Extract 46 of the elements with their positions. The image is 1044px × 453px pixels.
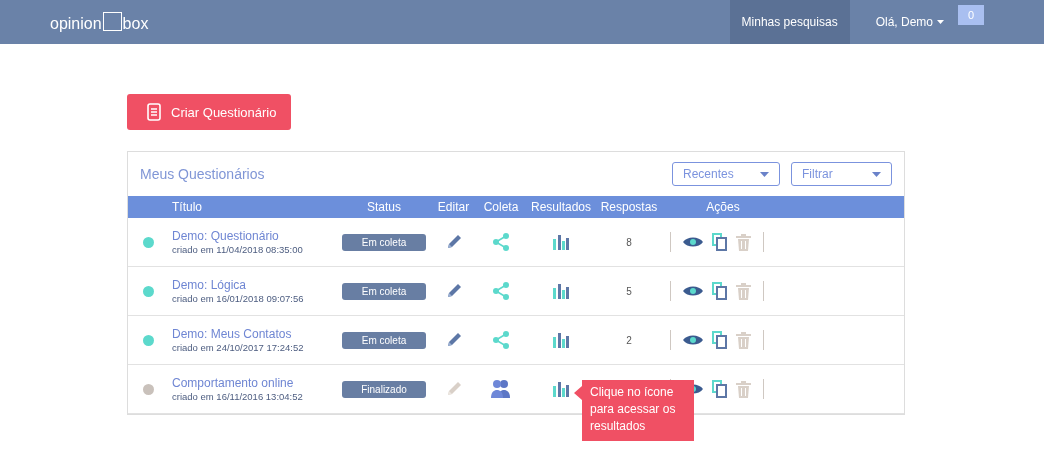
bar-chart-icon[interactable] [552,234,570,250]
logo[interactable]: opinion box [50,11,149,33]
column-header: Status [366,200,402,214]
dropdown[interactable]: Filtrar [791,162,892,186]
caret-icon [872,171,881,177]
column-header: Respostas [599,200,659,214]
bar-chart-icon[interactable] [552,283,570,299]
survey-title-link[interactable]: Comportamento online [172,376,336,390]
tooltip: Clique no ícone para acessar os resultados [574,380,694,441]
panel-title: Meus Questionários [140,166,265,182]
survey-title-link[interactable]: Demo: Meus Contatos [172,327,336,341]
survey-title-link[interactable]: Demo: Lógica [172,278,336,292]
column-header: Resultados [529,200,592,214]
eye-icon[interactable] [683,285,703,297]
caret-icon [937,20,944,24]
dropdown[interactable]: Recentes [672,162,780,186]
copy-icon[interactable] [712,233,727,251]
caret-icon [760,171,769,177]
response-count: 8 [626,236,632,248]
eye-icon[interactable] [683,236,703,248]
eye-icon[interactable] [683,334,703,346]
copy-icon[interactable] [712,380,727,398]
user-menu[interactable]: Olá, Demo [863,15,958,29]
people-icon[interactable] [490,379,512,399]
status-badge: Em coleta [342,282,426,300]
bar-chart-icon[interactable] [552,332,570,348]
status-badge: Em coleta [342,331,426,349]
created-date: criado em 24/10/2017 17:24:52 [172,342,305,353]
create-survey-button[interactable]: Criar Questionário [127,94,291,130]
copy-icon[interactable] [712,282,727,300]
nav-item[interactable]: Minhas pesquisas [729,0,850,44]
status-badge: Finalizado [342,380,426,398]
column-header: Ações [705,200,741,214]
created-date: criado em 16/01/2018 09:07:56 [172,293,305,304]
created-date: criado em 16/11/2016 13:04:52 [172,391,304,402]
column-header: Editar [436,200,471,214]
response-count: 5 [626,285,632,297]
bar-chart-icon[interactable] [552,381,570,397]
created-date: criado em 11/04/2018 08:35:00 [172,244,304,255]
response-count: 2 [626,334,632,346]
survey-title-link[interactable]: Demo: Questionário [172,229,336,243]
column-header: Título [171,200,203,214]
status-badge: Em coleta [342,233,426,251]
column-header: Coleta [482,200,520,214]
document-icon [147,103,161,121]
copy-icon[interactable] [712,331,727,349]
